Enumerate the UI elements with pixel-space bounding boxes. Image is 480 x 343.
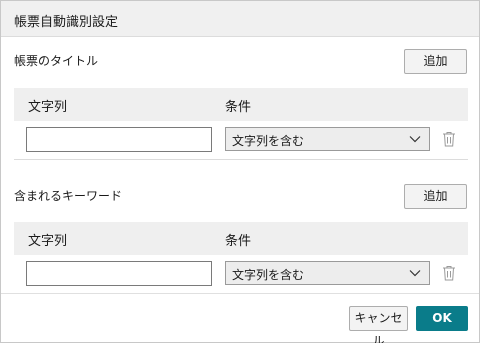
chevron-down-icon xyxy=(409,136,421,143)
title-string-input[interactable] xyxy=(26,127,212,152)
footer-divider xyxy=(1,293,479,294)
chevron-down-icon xyxy=(409,270,421,277)
column-header-string: 文字列 xyxy=(28,234,68,249)
auto-identify-dialog: 帳票自動識別設定 帳票のタイトル 追加 文字列 条件 文字列を含む 含まれるキー… xyxy=(0,0,480,343)
section-title-label: 帳票のタイトル xyxy=(14,54,99,68)
row-divider xyxy=(14,159,468,160)
add-keyword-button[interactable]: 追加 xyxy=(404,184,467,209)
cancel-button[interactable]: キャンセル xyxy=(349,306,408,343)
section-keyword-label: 含まれるキーワード xyxy=(14,189,123,203)
title-condition-select[interactable]: 文字列を含む xyxy=(225,127,430,151)
trash-icon[interactable] xyxy=(442,131,456,147)
keyword-string-input[interactable] xyxy=(26,261,212,286)
keyword-condition-select[interactable]: 文字列を含む xyxy=(225,261,430,285)
title-condition-value: 文字列を含む xyxy=(232,134,305,148)
column-header-condition: 条件 xyxy=(225,100,252,115)
add-title-button[interactable]: 追加 xyxy=(404,49,467,74)
dialog-title: 帳票自動識別設定 xyxy=(14,15,119,30)
title-table-header: 文字列 条件 xyxy=(14,88,468,121)
keyword-condition-value: 文字列を含む xyxy=(232,268,305,282)
dialog-titlebar: 帳票自動識別設定 xyxy=(1,1,479,37)
trash-icon[interactable] xyxy=(442,265,456,281)
column-header-string: 文字列 xyxy=(28,100,68,115)
column-header-condition: 条件 xyxy=(225,234,252,249)
keyword-table-header: 文字列 条件 xyxy=(14,222,468,255)
ok-button[interactable]: OK xyxy=(416,306,468,331)
